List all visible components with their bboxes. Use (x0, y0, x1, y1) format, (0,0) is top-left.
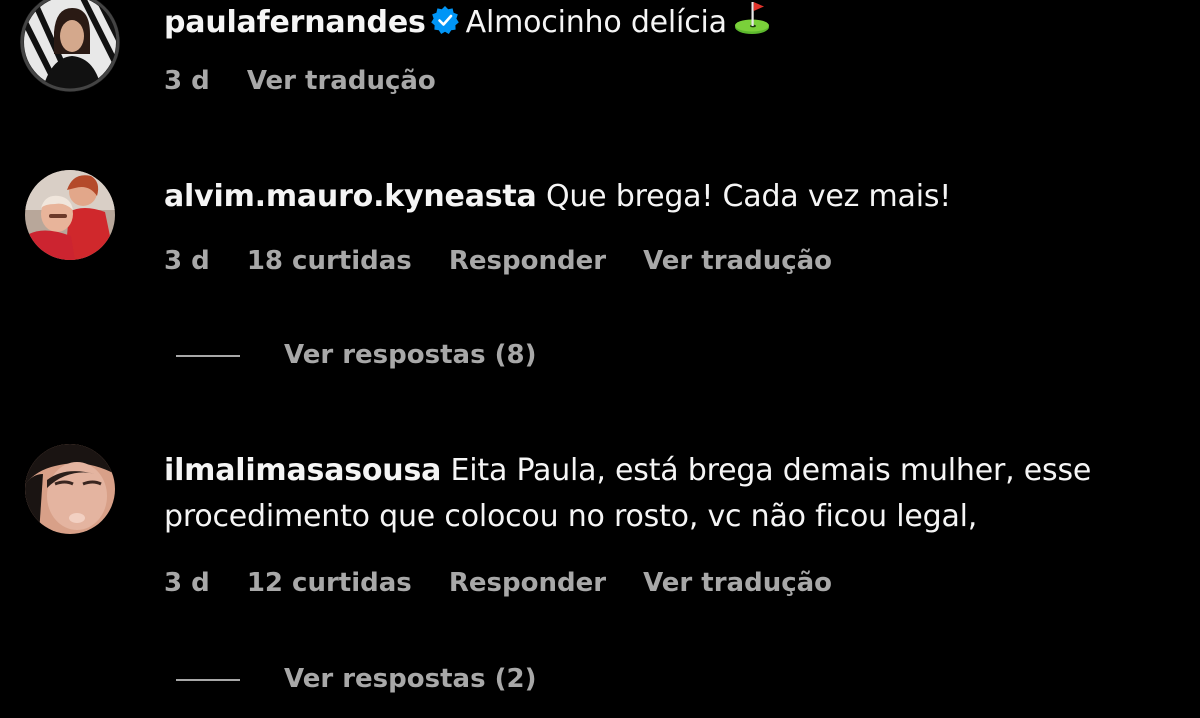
view-replies-label: Ver respostas (8) (284, 340, 537, 370)
reply-button[interactable]: Responder (449, 246, 606, 276)
see-translation-link[interactable]: Ver tradução (247, 66, 436, 96)
view-replies-button[interactable]: Ver respostas (8) (176, 340, 536, 370)
verified-badge-icon (430, 3, 460, 49)
view-replies-button[interactable]: Ver respostas (2) (176, 664, 536, 694)
likes-count[interactable]: 12 curtidas (247, 568, 412, 598)
comment-meta: 3 d 18 curtidas Responder Ver tradução (164, 246, 860, 276)
see-translation-link[interactable]: Ver tradução (643, 568, 832, 598)
replies-divider-line (176, 678, 240, 681)
comment-timestamp[interactable]: 3 d (164, 246, 210, 276)
avatar[interactable] (25, 170, 115, 260)
comment-timestamp[interactable]: 3 d (164, 66, 210, 96)
avatar[interactable] (25, 444, 115, 534)
comment-username[interactable]: paulafernandes (164, 5, 426, 40)
comment-username[interactable]: ilmalimasasousa (164, 453, 441, 488)
comment-text-row: paulafernandes Almocinho delícia (164, 0, 1180, 50)
avatar[interactable] (20, 0, 120, 92)
comment-timestamp[interactable]: 3 d (164, 568, 210, 598)
comment-username[interactable]: alvim.mauro.kyneasta (164, 179, 537, 214)
comment-text-row: ilmalimasasousa Eita Paula, está brega d… (164, 448, 1180, 540)
reply-button[interactable]: Responder (449, 568, 606, 598)
view-replies-label: Ver respostas (2) (284, 664, 537, 694)
comment-text-row: alvim.mauro.kyneasta Que brega! Cada vez… (164, 174, 1180, 220)
see-translation-link[interactable]: Ver tradução (643, 246, 832, 276)
replies-divider-line (176, 354, 240, 357)
comment-text: Almocinho delícia (465, 5, 727, 40)
comment-meta: 3 d Ver tradução (164, 66, 464, 96)
golf-flag-icon (733, 0, 771, 50)
comment-meta: 3 d 12 curtidas Responder Ver tradução (164, 568, 860, 598)
comment-text: Que brega! Cada vez mais! (545, 179, 952, 214)
likes-count[interactable]: 18 curtidas (247, 246, 412, 276)
